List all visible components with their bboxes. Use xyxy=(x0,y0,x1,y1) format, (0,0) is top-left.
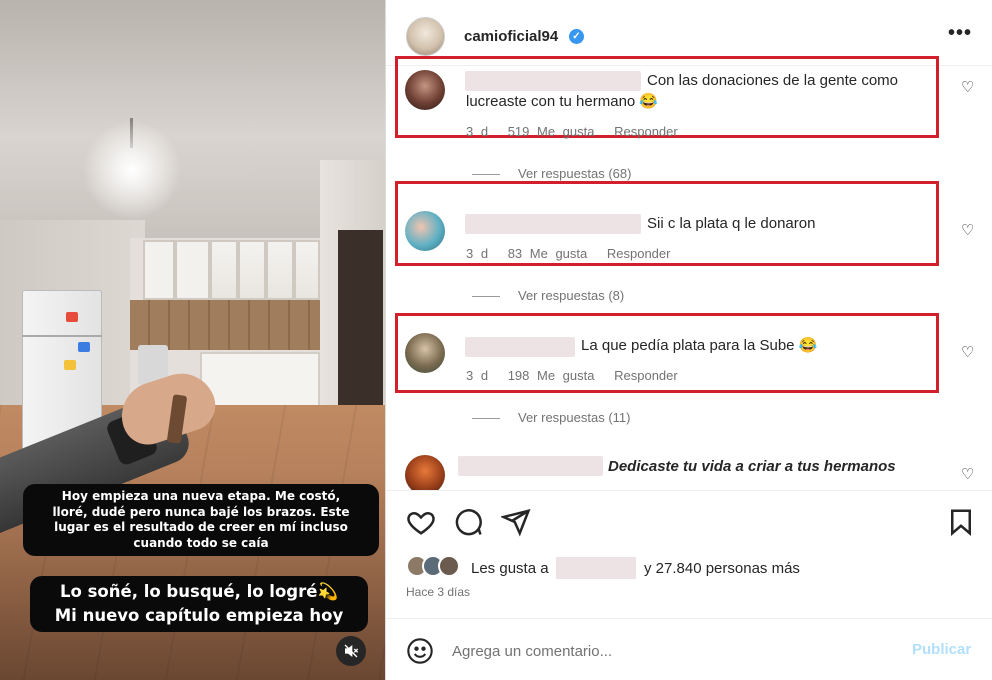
story-caption-line: lloré, dudé pero nunca bajé los brazos. … xyxy=(52,504,350,519)
redacted-username xyxy=(465,337,575,357)
post-time-ago: Hace 3 días xyxy=(406,585,471,599)
view-replies-label[interactable]: Ver respuestas (11) xyxy=(518,410,630,425)
story-caption-line: Hoy empieza una nueva etapa. Me costó, xyxy=(61,489,341,503)
story-caption-line: cuando todo se caía xyxy=(133,535,269,550)
comment-time: 3 d xyxy=(466,246,489,261)
comment-text: lucreaste con tu hermano 😂 xyxy=(466,93,659,110)
liker-avatar xyxy=(438,555,460,577)
photo-fridge-magnet xyxy=(64,360,76,370)
photo-glass-cabinet xyxy=(294,240,320,300)
photo-lower-cabinets xyxy=(200,352,320,410)
replies-divider xyxy=(472,418,500,420)
replies-divider xyxy=(472,174,500,176)
story-caption-line: lugar es el resultado de creer en mí inc… xyxy=(54,520,348,534)
photo-glass-cabinet xyxy=(266,240,294,300)
like-comment-heart-icon[interactable]: ♡ xyxy=(961,78,974,96)
view-replies-link[interactable]: Ver respuestas (11) xyxy=(472,410,630,425)
comment-likes[interactable]: 83 Me gusta xyxy=(508,246,588,261)
like-comment-heart-icon[interactable]: ♡ xyxy=(961,465,974,483)
redacted-username xyxy=(465,71,641,91)
like-comment-heart-icon[interactable]: ♡ xyxy=(961,221,974,239)
add-comment-bar: Publicar xyxy=(386,618,992,680)
like-comment-heart-icon[interactable]: ♡ xyxy=(961,343,974,361)
redacted-username xyxy=(458,456,603,476)
comment-bubble-icon[interactable] xyxy=(453,507,483,537)
commenter-avatar[interactable] xyxy=(405,211,445,251)
story-headline: Lo soñé, lo busqué, lo logré💫 Mi nuevo c… xyxy=(30,576,368,632)
reply-button[interactable]: Responder xyxy=(607,246,671,261)
story-caption: Hoy empieza una nueva etapa. Me costó, l… xyxy=(23,484,379,556)
reply-button[interactable]: Responder xyxy=(614,124,678,139)
commenter-avatar[interactable] xyxy=(405,333,445,373)
commenter-avatar[interactable] xyxy=(405,70,445,110)
publish-button[interactable]: Publicar xyxy=(912,641,971,658)
share-paper-plane-icon[interactable] xyxy=(501,507,531,537)
view-replies-link[interactable]: Ver respuestas (68) xyxy=(472,166,631,181)
story-media[interactable]: Hoy empieza una nueva etapa. Me costó, l… xyxy=(0,0,385,680)
reply-button[interactable]: Responder xyxy=(614,368,678,383)
comment-time: 3 d xyxy=(466,368,489,383)
post-action-bar xyxy=(386,490,992,550)
likes-prefix: Les gusta a xyxy=(471,560,549,577)
comment-likes[interactable]: 519 Me gusta xyxy=(508,124,595,139)
comment-likes[interactable]: 198 Me gusta xyxy=(508,368,595,383)
photo-glass-cabinet xyxy=(238,240,266,300)
author-username[interactable]: camioficial94 xyxy=(464,28,558,45)
more-options-icon[interactable]: ••• xyxy=(948,22,972,45)
photo-cabinet xyxy=(143,240,175,300)
comment-text: Dedicaste tu vida a criar a tus hermanos xyxy=(608,458,896,475)
comment-text: Con las donaciones de la gente como xyxy=(647,72,899,89)
save-bookmark-icon[interactable] xyxy=(946,507,976,537)
view-replies-link[interactable]: Ver respuestas (8) xyxy=(472,288,624,303)
photo-fridge-door-line xyxy=(22,335,102,337)
commenter-avatar[interactable] xyxy=(405,455,445,490)
photo-cabinet xyxy=(175,240,210,300)
replies-divider xyxy=(472,296,500,298)
photo-glass-cabinet xyxy=(210,240,238,300)
view-replies-label[interactable]: Ver respuestas (68) xyxy=(518,166,631,181)
comment-input[interactable] xyxy=(452,639,872,663)
comment-text: La que pedía plata para la Sube 😂 xyxy=(581,337,818,354)
photo-tile-backsplash xyxy=(130,300,320,350)
likes-count[interactable]: y 27.840 personas más xyxy=(644,560,800,577)
mute-button[interactable] xyxy=(336,636,366,666)
comment-meta: 3 d 519 Me gusta Responder xyxy=(466,124,690,139)
story-headline-line: Lo soñé, lo busqué, lo logré💫 xyxy=(60,582,338,601)
photo-fridge-magnet xyxy=(78,342,90,352)
view-replies-label[interactable]: Ver respuestas (8) xyxy=(518,288,624,303)
redacted-username xyxy=(556,557,636,579)
post-panel: camioficial94 ✓ ••• Con las donaciones d… xyxy=(385,0,992,680)
comment-meta: 3 d 198 Me gusta Responder xyxy=(466,368,690,383)
verified-badge-icon: ✓ xyxy=(569,29,584,44)
comment-meta: 3 d 83 Me gusta Responder xyxy=(466,246,682,261)
author-avatar[interactable] xyxy=(406,17,445,56)
photo-fridge-magnet xyxy=(66,312,78,322)
comment-time: 3 d xyxy=(466,124,489,139)
comment-partial: Dedicaste tu vida a criar a tus hermanos xyxy=(386,450,992,490)
redacted-username xyxy=(465,214,641,234)
story-headline-line: Mi nuevo capítulo empieza hoy xyxy=(54,606,344,625)
emoji-smiley-icon[interactable] xyxy=(406,637,434,665)
photo-ceiling-light xyxy=(82,120,182,220)
like-heart-icon[interactable] xyxy=(406,507,436,537)
comment-text: Sii c la plata q le donaron xyxy=(647,215,816,232)
speaker-muted-icon xyxy=(344,644,359,658)
